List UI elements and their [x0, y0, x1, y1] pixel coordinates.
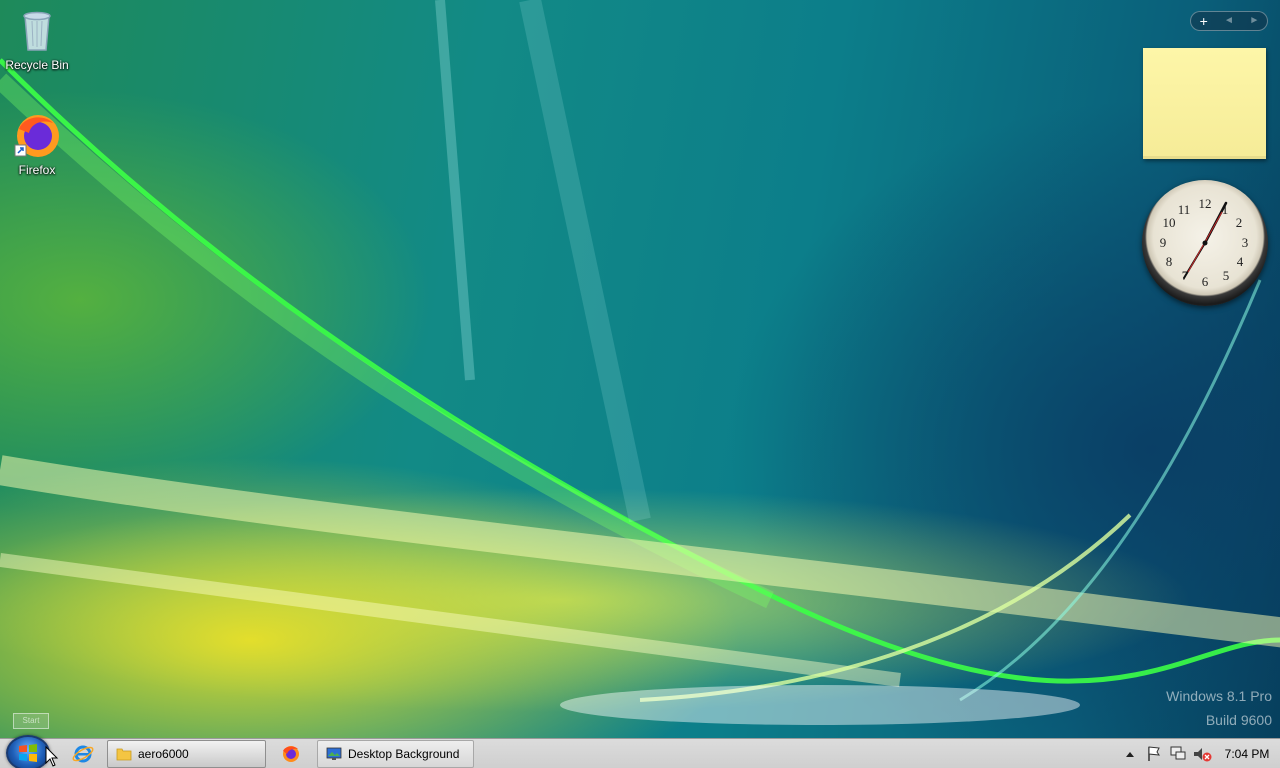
watermark-edition: Windows 8.1 Pro [1166, 688, 1272, 704]
clock-number: 6 [1202, 274, 1209, 289]
task-label: Desktop Background [348, 747, 460, 761]
recycle-bin-label: Recycle Bin [5, 58, 69, 72]
start-tooltip-hint: Start [13, 713, 49, 729]
add-gadget-button[interactable]: + [1191, 12, 1216, 30]
volume-muted-icon[interactable] [1191, 744, 1213, 764]
internet-explorer-icon [72, 745, 94, 763]
gadget-control-bar: + ◄ ► [1190, 11, 1268, 31]
taskbar-clock[interactable]: 7:04 PM [1214, 747, 1280, 761]
taskbar-task-desktop-background[interactable]: Desktop Background [317, 740, 474, 768]
clock-number: 4 [1237, 254, 1244, 269]
watermark-build: Build 9600 [1205, 712, 1272, 728]
taskbar: aero6000 Desktop Background 7:04 PM [0, 735, 1280, 768]
taskbar-task-aero6000[interactable]: aero6000 [107, 740, 266, 768]
mouse-pointer-icon [45, 746, 59, 767]
sticky-note-gadget[interactable] [1143, 48, 1266, 159]
clock-number: 5 [1223, 268, 1230, 283]
show-hidden-icons-icon[interactable] [1119, 744, 1141, 764]
clock-number: 12 [1199, 196, 1212, 211]
action-center-flag-icon[interactable] [1143, 744, 1165, 764]
system-tray: 7:04 PM [1118, 739, 1280, 768]
clock-number: 11 [1178, 202, 1191, 217]
clock-number: 9 [1160, 235, 1167, 250]
task-label: aero6000 [138, 747, 189, 761]
os-version-watermark: Windows 8.1 Pro Build 9600 [1166, 684, 1272, 732]
clock-number: 8 [1166, 254, 1173, 269]
next-gadget-button[interactable]: ► [1242, 12, 1267, 30]
clock-face: 12 1 2 3 4 5 6 7 8 9 10 11 [1160, 196, 1249, 289]
desktop-background-icon [326, 746, 342, 762]
taskbar-pinned-internet-explorer[interactable] [66, 741, 100, 767]
clock-gadget[interactable]: 12 1 2 3 4 5 6 7 8 9 10 11 [1142, 180, 1268, 306]
clock-number: 3 [1242, 235, 1249, 250]
firefox-label: Firefox [18, 163, 56, 177]
wallpaper-art [0, 0, 1280, 725]
start-button[interactable] [6, 735, 50, 768]
firefox-icon [13, 111, 61, 159]
folder-icon [116, 746, 132, 762]
desktop-icon-recycle-bin[interactable]: Recycle Bin [0, 6, 74, 72]
taskbar-pinned-firefox[interactable] [274, 741, 308, 767]
desktop-wallpaper[interactable] [0, 0, 1280, 738]
clock-number: 10 [1163, 215, 1176, 230]
firefox-icon [283, 746, 299, 762]
windows-logo-icon [19, 744, 37, 762]
clock-number: 2 [1236, 215, 1243, 230]
recycle-bin-icon [13, 6, 61, 54]
prev-gadget-button[interactable]: ◄ [1216, 12, 1241, 30]
network-icon[interactable] [1167, 744, 1189, 764]
desktop-icon-firefox[interactable]: Firefox [0, 111, 74, 177]
